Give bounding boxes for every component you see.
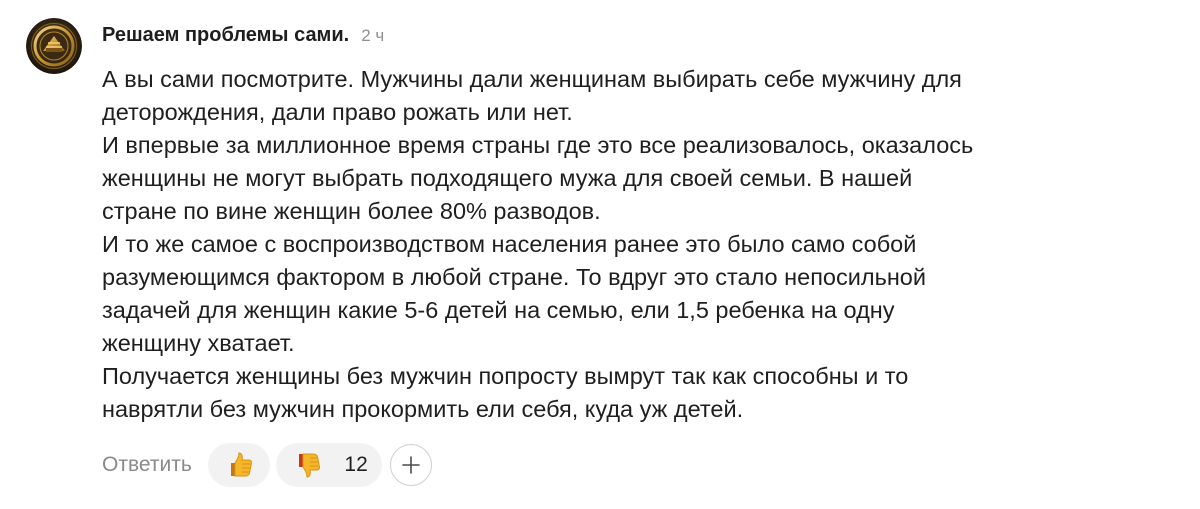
- comment-header: Решаем проблемы сами. 2 ч: [102, 24, 384, 52]
- dislike-button[interactable]: 12: [275, 443, 382, 487]
- thumbs-up-emoji-icon: [230, 452, 252, 477]
- comment-paragraph: И впервые за миллионное время страны где…: [102, 132, 974, 224]
- comment: Решаем проблемы сами. 2 ч А вы сами посм…: [0, 0, 1200, 509]
- dislike-count: 12: [344, 453, 368, 476]
- avatar[interactable]: [26, 18, 82, 74]
- comment-paragraph: А вы сами посмотрите. Мужчины дали женщи…: [102, 66, 962, 125]
- thumbs-down-emoji-icon: [298, 453, 320, 478]
- comment-body: А вы сами посмотрите. Мужчины дали женщи…: [102, 63, 1102, 426]
- add-reaction-button[interactable]: [389, 444, 432, 486]
- comment-paragraph: И то же самое с воспроизводством населен…: [102, 231, 927, 356]
- author-name[interactable]: Решаем проблемы сами.: [102, 24, 349, 47]
- comment-paragraph: Получается женщины без мужчин попросту в…: [102, 363, 909, 422]
- reply-button[interactable]: Ответить: [102, 453, 192, 477]
- avatar-emblem-icon: [26, 18, 82, 74]
- plus-icon: [401, 456, 420, 474]
- like-button[interactable]: [207, 443, 270, 487]
- comment-time: 2 ч: [361, 26, 385, 45]
- comment-actions: Ответить 12: [102, 442, 432, 488]
